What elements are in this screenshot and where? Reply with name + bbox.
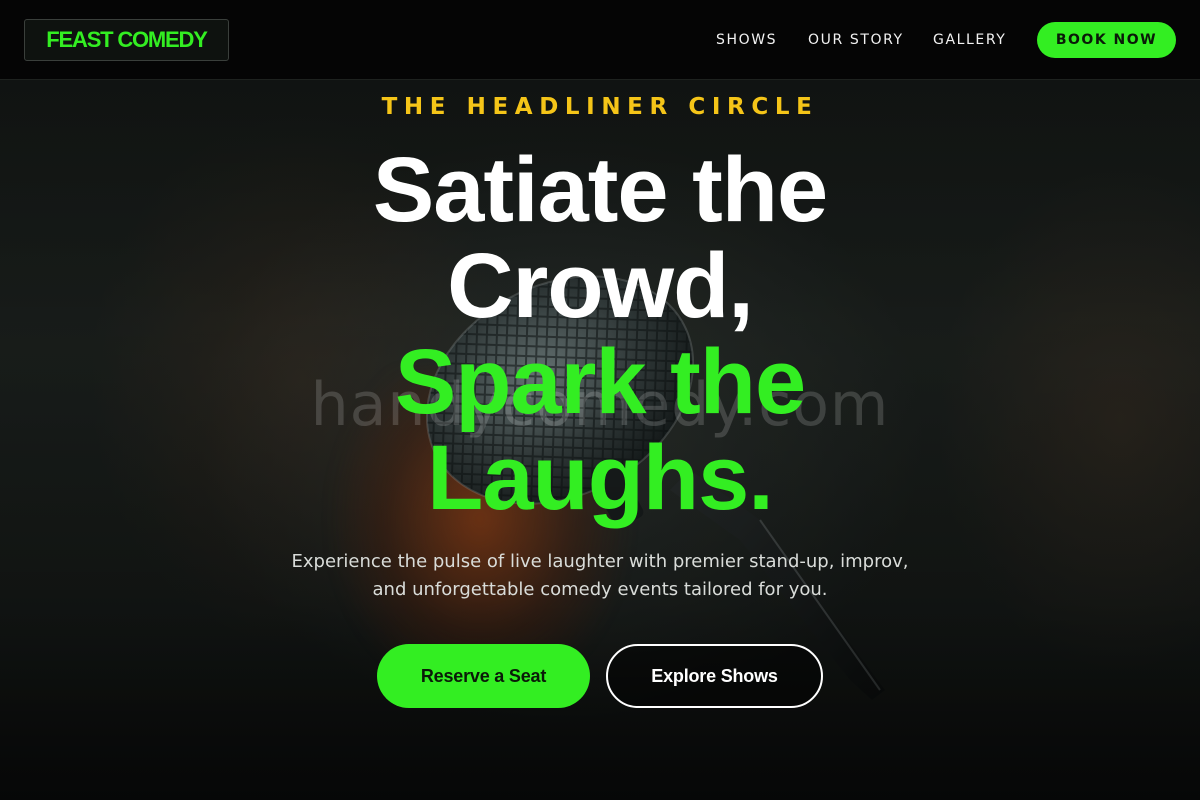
reserve-seat-button[interactable]: Reserve a Seat (377, 644, 590, 708)
headline-line-4: Laughs. (427, 427, 774, 529)
book-now-button[interactable]: BOOK NOW (1037, 22, 1176, 58)
explore-shows-button[interactable]: Explore Shows (606, 644, 823, 708)
nav-link-shows[interactable]: SHOWS (716, 30, 777, 50)
nav-link-gallery[interactable]: GALLERY (933, 30, 1006, 50)
brand-logo[interactable]: FEAST COMEDY (24, 19, 229, 61)
subtitle-line-2: and unforgettable comedy events tailored… (372, 579, 828, 600)
headline-line-3: Spark the (394, 331, 806, 433)
hero-headline: Satiate the Crowd, Spark the Laughs. (0, 142, 1200, 526)
hero-eyebrow: THE HEADLINER CIRCLE (381, 94, 819, 120)
subtitle-line-1: Experience the pulse of live laughter wi… (291, 551, 909, 572)
headline-line-1: Satiate the (372, 139, 828, 241)
top-navbar: FEAST COMEDY SHOWS OUR STORY GALLERY BOO… (0, 0, 1200, 80)
nav-link-our-story[interactable]: OUR STORY (808, 30, 904, 50)
hero-section: THE HEADLINER CIRCLE Satiate the Crowd, … (0, 80, 1200, 800)
headline-line-2: Crowd, (447, 235, 754, 337)
hero-subtitle: Experience the pulse of live laughter wi… (0, 548, 1200, 604)
